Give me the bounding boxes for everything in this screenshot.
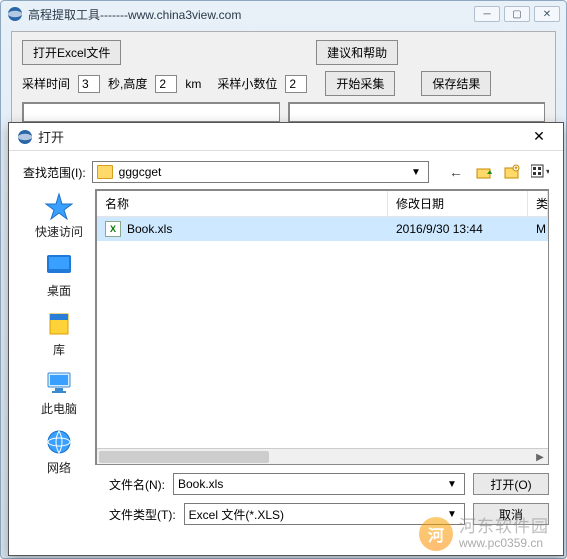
sidebar-item-libraries[interactable]: 库 [43, 309, 75, 358]
sidebar-item-this-pc[interactable]: 此电脑 [41, 368, 77, 417]
file-list-header: 名称 修改日期 类 [97, 191, 548, 217]
decimals-label: 采样小数位 [217, 75, 277, 92]
close-button[interactable]: ✕ [534, 6, 560, 22]
network-icon [43, 427, 75, 457]
dialog-close-button[interactable]: ✕ [523, 126, 555, 148]
this-pc-icon [43, 368, 75, 398]
libraries-icon [43, 309, 75, 339]
sidebar-item-label: 快速访问 [35, 223, 83, 240]
file-name: Book.xls [127, 222, 172, 236]
dialog-app-icon [17, 129, 33, 145]
output-pane-right [288, 102, 546, 122]
cancel-button[interactable]: 取消 [473, 503, 549, 525]
sidebar-item-label: 桌面 [47, 282, 71, 299]
sample-time-input[interactable] [78, 75, 100, 93]
lookup-value: gggcget [119, 165, 408, 179]
dialog-titlebar: 打开 ✕ [9, 123, 563, 151]
svg-text:✦: ✦ [513, 165, 518, 172]
dialog-bottom: 文件名(N): Book.xls ▼ 打开(O) 文件类型(T): Excel … [9, 465, 563, 525]
column-name[interactable]: 名称 [97, 191, 388, 216]
seconds-height-label: 秒,高度 [108, 75, 147, 92]
scrollbar-thumb[interactable] [99, 451, 269, 463]
chevron-down-icon[interactable]: ▼ [444, 479, 460, 490]
decimals-input[interactable] [285, 75, 307, 93]
open-file-dialog: 打开 ✕ 查找范围(I): gggcget ▼ ← ✦ ▾ 快速访问 桌面 [8, 122, 564, 556]
minimize-button[interactable]: ─ [474, 6, 500, 22]
column-date[interactable]: 修改日期 [388, 191, 528, 216]
sidebar-item-label: 此电脑 [41, 400, 77, 417]
sidebar-item-desktop[interactable]: 桌面 [43, 250, 75, 299]
open-button[interactable]: 打开(O) [473, 473, 549, 495]
filetype-value: Excel 文件(*.XLS) [189, 506, 444, 523]
view-menu-icon[interactable]: ▾ [531, 163, 549, 181]
start-collect-button[interactable]: 开始采集 [325, 71, 395, 96]
nav-icons: ← ✦ ▾ [447, 163, 549, 181]
filetype-label: 文件类型(T): [109, 506, 176, 523]
window-buttons: ─ ▢ ✕ [474, 6, 560, 22]
scroll-right-icon[interactable]: ▶ [532, 449, 548, 465]
output-panes [22, 102, 545, 122]
filetype-field[interactable]: Excel 文件(*.XLS) ▼ [184, 503, 465, 525]
up-folder-icon[interactable] [475, 163, 493, 181]
new-folder-icon[interactable]: ✦ [503, 163, 521, 181]
file-list: 名称 修改日期 类 X Book.xls 2016/9/30 13:44 M ▶ [95, 189, 549, 465]
chevron-down-icon[interactable]: ▼ [444, 509, 460, 520]
chevron-down-icon[interactable]: ▼ [408, 167, 424, 178]
file-type: M [528, 218, 548, 240]
maximize-button[interactable]: ▢ [504, 6, 530, 22]
file-date: 2016/9/30 13:44 [388, 218, 528, 240]
back-icon[interactable]: ← [447, 163, 465, 181]
column-type[interactable]: 类 [528, 191, 548, 216]
km-label: km [185, 77, 201, 91]
file-list-body[interactable]: X Book.xls 2016/9/30 13:44 M [97, 217, 548, 448]
filename-value: Book.xls [178, 477, 444, 491]
quick-access-icon [43, 191, 75, 221]
sidebar-item-label: 库 [53, 341, 65, 358]
app-icon [7, 6, 23, 22]
desktop-icon [43, 250, 75, 280]
output-pane-left [22, 102, 280, 122]
filename-field[interactable]: Book.xls ▼ [173, 473, 465, 495]
sidebar-item-quick-access[interactable]: 快速访问 [35, 191, 83, 240]
horizontal-scrollbar[interactable]: ▶ [97, 448, 548, 464]
svg-text:▾: ▾ [546, 167, 549, 176]
save-result-button[interactable]: 保存结果 [421, 71, 491, 96]
height-input[interactable] [155, 75, 177, 93]
sidebar-item-network[interactable]: 网络 [43, 427, 75, 476]
dialog-content: 快速访问 桌面 库 此电脑 网络 名称 修改日期 类 [23, 189, 549, 465]
dialog-title: 打开 [38, 127, 523, 146]
open-excel-button[interactable]: 打开Excel文件 [22, 40, 121, 65]
sidebar-item-label: 网络 [47, 459, 71, 476]
lookup-label: 查找范围(I): [23, 164, 86, 181]
main-title: 高程提取工具-------www.china3view.com [28, 6, 474, 23]
xls-file-icon: X [105, 221, 121, 237]
places-sidebar: 快速访问 桌面 库 此电脑 网络 [23, 189, 95, 465]
lookup-row: 查找范围(I): gggcget ▼ ← ✦ ▾ [9, 151, 563, 189]
filename-label: 文件名(N): [109, 476, 165, 493]
sample-time-label: 采样时间 [22, 75, 70, 92]
file-row[interactable]: X Book.xls 2016/9/30 13:44 M [97, 217, 548, 241]
folder-icon [97, 165, 113, 179]
help-button[interactable]: 建议和帮助 [316, 40, 398, 65]
main-titlebar: 高程提取工具-------www.china3view.com ─ ▢ ✕ [1, 1, 566, 27]
lookup-combo[interactable]: gggcget ▼ [92, 161, 429, 183]
